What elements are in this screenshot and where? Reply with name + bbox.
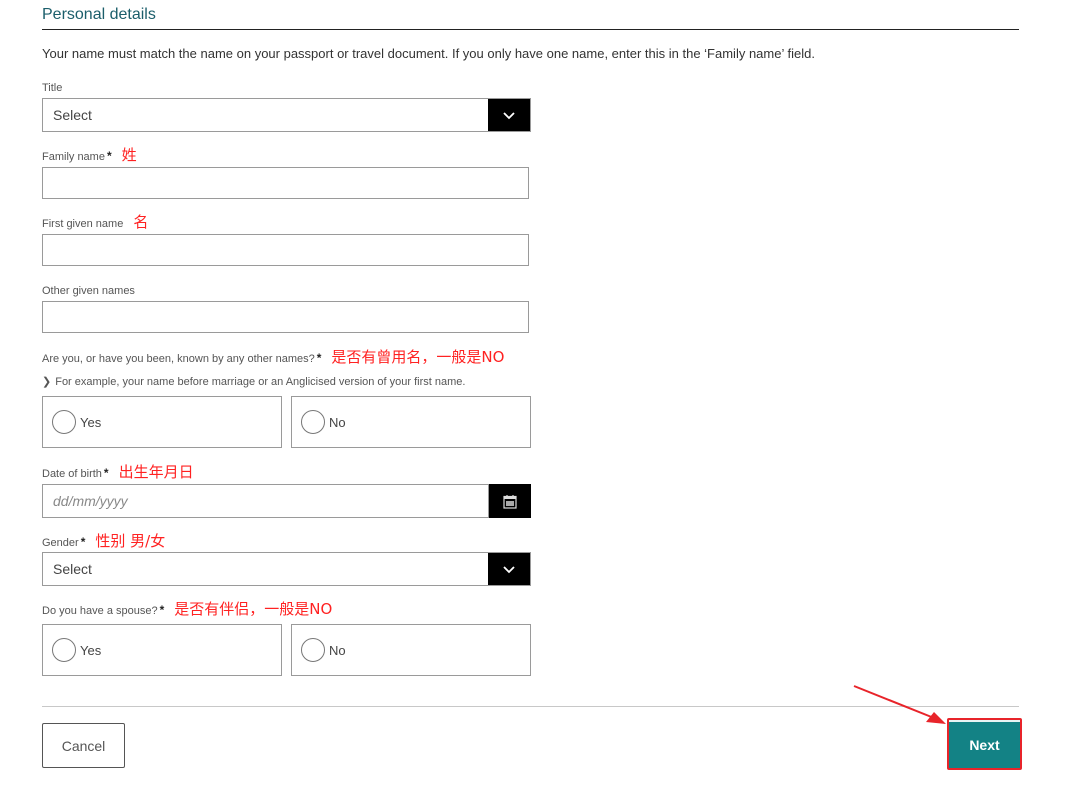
first-given-name-label-text: First given name — [42, 218, 124, 230]
radio-label: No — [329, 642, 346, 658]
dob-input[interactable]: dd/mm/yyyy — [42, 484, 489, 518]
annotation-note: 姓 — [121, 146, 137, 164]
title-select[interactable]: Select — [42, 98, 531, 132]
other-names-hint-text: For example, your name before marriage o… — [55, 376, 466, 388]
required-marker: * — [159, 603, 165, 617]
next-button[interactable]: Next — [949, 720, 1020, 768]
other-given-names-input[interactable] — [42, 301, 529, 333]
radio-circle-icon — [301, 410, 325, 434]
family-name-label-text: Family name — [42, 151, 105, 163]
chevron-down-icon[interactable] — [488, 553, 530, 585]
section-title: Personal details — [42, 6, 156, 23]
title-select-value: Select — [53, 107, 92, 123]
gender-label-text: Gender — [42, 537, 79, 549]
spouse-no-radio[interactable]: No — [291, 624, 531, 676]
other-names-no-radio[interactable]: No — [291, 396, 531, 448]
radio-circle-icon — [52, 410, 76, 434]
dob-label-text: Date of birth — [42, 468, 102, 480]
spouse-label: Do you have a spouse? * 是否有伴侣，一般是NO — [42, 598, 332, 619]
annotation-note: 性别 男/女 — [95, 532, 166, 550]
other-given-names-label: Other given names — [42, 285, 135, 297]
dob-label: Date of birth * 出生年月日 — [42, 461, 194, 482]
first-given-name-input[interactable] — [42, 234, 529, 266]
radio-circle-icon — [52, 638, 76, 662]
calendar-icon[interactable] — [489, 484, 531, 518]
spouse-label-text: Do you have a spouse? — [42, 605, 158, 617]
radio-label: No — [329, 414, 346, 430]
required-marker: * — [316, 351, 322, 365]
gender-select[interactable]: Select — [42, 552, 531, 586]
annotation-note: 出生年月日 — [118, 463, 194, 481]
cancel-button[interactable]: Cancel — [42, 723, 125, 768]
required-marker: * — [103, 466, 109, 480]
other-names-label: Are you, or have you been, known by any … — [42, 346, 504, 367]
annotation-note: 名 — [133, 213, 149, 231]
gender-select-value: Select — [53, 561, 92, 577]
radio-circle-icon — [301, 638, 325, 662]
radio-label: Yes — [80, 642, 102, 658]
annotation-note: 是否有曾用名，一般是NO — [331, 348, 505, 366]
chevron-down-icon[interactable] — [488, 99, 530, 131]
radio-label: Yes — [80, 414, 102, 430]
section-divider — [42, 29, 1019, 30]
annotation-note: 是否有伴侣，一般是NO — [174, 600, 333, 618]
required-marker: * — [80, 535, 86, 549]
annotation-arrow-icon — [853, 685, 946, 724]
gender-label: Gender * 性别 男/女 — [42, 530, 165, 551]
other-names-hint[interactable]: ❯ For example, your name before marriage … — [42, 375, 465, 388]
intro-text: Your name must match the name on your pa… — [42, 46, 815, 61]
family-name-input[interactable] — [42, 167, 529, 199]
spouse-yes-radio[interactable]: Yes — [42, 624, 282, 676]
dob-field: dd/mm/yyyy — [42, 484, 531, 518]
other-names-label-text: Are you, or have you been, known by any … — [42, 353, 315, 365]
first-given-name-label: First given name 名 — [42, 211, 148, 232]
other-names-yes-radio[interactable]: Yes — [42, 396, 282, 448]
chevron-right-icon: ❯ — [42, 376, 52, 388]
required-marker: * — [106, 149, 112, 163]
family-name-label: Family name * 姓 — [42, 144, 137, 165]
title-label: Title — [42, 82, 63, 94]
